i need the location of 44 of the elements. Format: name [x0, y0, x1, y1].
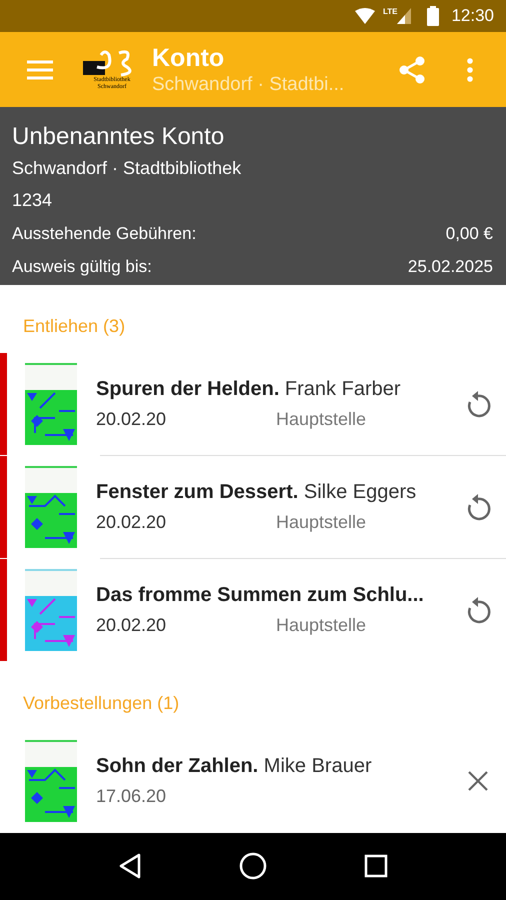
- recents-icon: [364, 854, 388, 878]
- section-header: Vorbestellungen (1): [22, 692, 180, 715]
- refresh-icon: [465, 390, 491, 418]
- book-title: Spuren der Helden. Frank Farber: [96, 377, 402, 402]
- clock: 12:30: [451, 5, 494, 28]
- book-title: Fenster zum Dessert. Silke Eggers: [96, 480, 418, 506]
- list-item[interactable]: Sohn der Zahlen. Mike Brauer 17.06.20: [0, 730, 506, 833]
- branch-name: Hauptstelle: [276, 614, 366, 638]
- info-label: Ausstehende Gebühren:: [12, 222, 196, 245]
- library-name: Schwandorf · Stadtbibliothek: [12, 156, 242, 180]
- info-value: 0,00 €: [446, 222, 493, 245]
- signal-icon: [397, 8, 412, 24]
- recents-button[interactable]: [364, 854, 388, 878]
- back-icon: [118, 853, 142, 880]
- network-label: LTE: [382, 6, 398, 18]
- account-name: Unbenanntes Konto: [12, 122, 226, 152]
- refresh-icon: [465, 493, 491, 522]
- due-date: 20.02.20: [96, 511, 168, 534]
- info-label: Ausweis gültig bis:: [12, 256, 152, 278]
- branch-name: Hauptstelle: [276, 511, 366, 534]
- home-icon: [238, 852, 267, 880]
- back-button[interactable]: [118, 853, 142, 880]
- due-date: 20.02.20: [96, 614, 168, 638]
- card-number: 1234: [12, 188, 54, 212]
- more-icon: [467, 58, 473, 82]
- book-title: Sohn der Zahlen. Mike Brauer: [96, 754, 373, 780]
- close-icon: [467, 770, 489, 792]
- menu-icon: [26, 58, 54, 81]
- home-button[interactable]: [238, 852, 267, 880]
- toolbar-title: Konto: [152, 42, 226, 73]
- book-title: Das fromme Summen zum Schlu...: [96, 583, 425, 608]
- branch-name: Hauptstelle: [276, 408, 366, 432]
- info-value: 25.02.2025: [408, 256, 493, 278]
- list-item[interactable]: Spuren der Helden. Frank Farber 20.02.20 Hauptstelle: [0, 352, 506, 456]
- battery-icon: [427, 6, 440, 26]
- section-header: Entliehen (3): [22, 314, 126, 338]
- toolbar-subtitle: Schwandorf · Stadtbi...: [152, 72, 346, 97]
- share-icon: [399, 56, 425, 84]
- refresh-icon: [465, 596, 491, 624]
- list-item[interactable]: Fenster zum Dessert. Silke Eggers 20.02.20 Hauptstelle: [0, 456, 506, 559]
- wifi-icon: [354, 8, 375, 24]
- due-date: 17.06.20: [96, 785, 168, 808]
- list-item[interactable]: Das fromme Summen zum Schlu... 20.02.20 Hauptstelle: [0, 558, 506, 662]
- due-date: 20.02.20: [96, 408, 168, 432]
